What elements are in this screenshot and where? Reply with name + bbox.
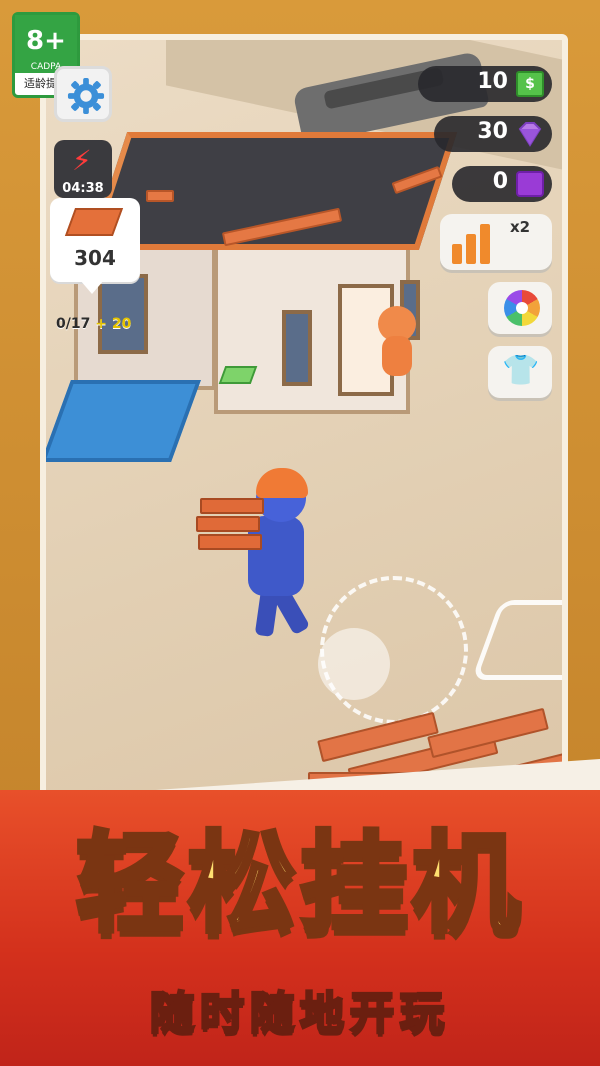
ticket-icon bbox=[516, 171, 544, 197]
cash-amount: 10 bbox=[477, 69, 508, 94]
banner-headline: 轻松挂机 bbox=[73, 820, 524, 950]
spin-wheel-icon bbox=[504, 290, 540, 326]
cash-stack-pickup[interactable] bbox=[218, 366, 258, 384]
ticket-amount: 0 bbox=[492, 169, 508, 194]
orange-npc-character bbox=[374, 306, 420, 386]
progress-bonus: + 20 bbox=[95, 316, 132, 332]
carried-bricks bbox=[196, 498, 266, 560]
gem-display: 30 bbox=[434, 116, 552, 152]
roof-brick bbox=[146, 190, 174, 202]
cash-icon: $ bbox=[516, 71, 544, 97]
energy-button[interactable]: ⚡ 04:38 bbox=[54, 140, 112, 198]
cash-display: 10 $ bbox=[418, 66, 552, 102]
progress-count: 0/17 bbox=[56, 316, 91, 332]
build-progress: 0/17 + 20 bbox=[56, 316, 131, 332]
player-worker bbox=[196, 464, 326, 644]
ticket-display: 0 bbox=[452, 166, 552, 202]
settings-gear-icon bbox=[67, 77, 105, 115]
spin-wheel-button[interactable] bbox=[488, 282, 552, 334]
income-boost-button[interactable]: x2 bbox=[440, 214, 552, 270]
energy-timer: 04:38 bbox=[62, 181, 104, 196]
age-rating: 8+ bbox=[15, 15, 77, 67]
game-scene bbox=[40, 34, 568, 824]
skins-button[interactable]: 👕 bbox=[488, 346, 552, 398]
brick-counter-bubble: 304 bbox=[50, 198, 140, 294]
banner-subline: 随时随地开玩 bbox=[149, 987, 450, 1041]
gem-amount: 30 bbox=[477, 119, 508, 144]
gem-icon bbox=[516, 121, 544, 147]
energy-bolt-icon: ⚡ bbox=[72, 144, 92, 177]
hard-hat bbox=[256, 468, 308, 498]
shirt-icon: 👕 bbox=[502, 353, 540, 388]
settings-button[interactable] bbox=[54, 66, 112, 122]
brick-icon bbox=[64, 208, 124, 236]
brick-count: 304 bbox=[74, 246, 116, 270]
boost-bars-icon bbox=[452, 224, 498, 264]
boost-multiplier: x2 bbox=[510, 218, 531, 236]
